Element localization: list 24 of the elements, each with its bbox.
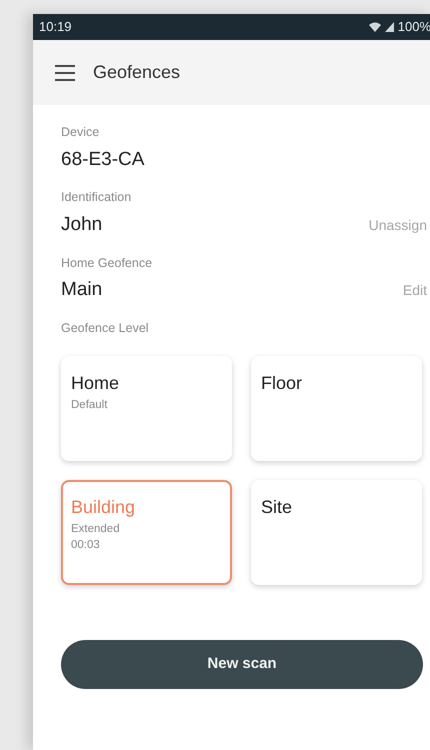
- level-detail: Extended: [71, 522, 121, 536]
- level-card[interactable]: Building Extended 00:03: [61, 480, 232, 584]
- field-label: Device: [61, 124, 100, 141]
- wifi-icon: [368, 22, 381, 32]
- level-name: Floor: [261, 372, 304, 394]
- field-value: John: [61, 213, 102, 237]
- field-value: 68-E3-CA: [61, 148, 144, 172]
- field-label: Home Geofence: [61, 254, 154, 272]
- level-name: Site: [261, 496, 294, 518]
- level-name: Building: [71, 496, 136, 519]
- level-card[interactable]: Home Default: [61, 356, 232, 460]
- level-card[interactable]: Floor: [251, 356, 422, 460]
- new-scan-button[interactable]: New scan: [61, 640, 423, 688]
- section-label: Geofence Level: [61, 320, 150, 337]
- menu-icon[interactable]: [55, 64, 75, 80]
- level-card[interactable]: Site: [251, 480, 422, 584]
- status-time: 10:19: [39, 18, 72, 36]
- screen-title: Geofences: [93, 61, 180, 84]
- field-value: Main: [61, 278, 102, 302]
- field-label: Identification: [61, 189, 132, 206]
- signal-icon: [384, 22, 394, 32]
- level-detail: 00:03: [71, 538, 101, 553]
- level-detail: Default: [71, 398, 108, 412]
- level-name: Home: [71, 372, 120, 394]
